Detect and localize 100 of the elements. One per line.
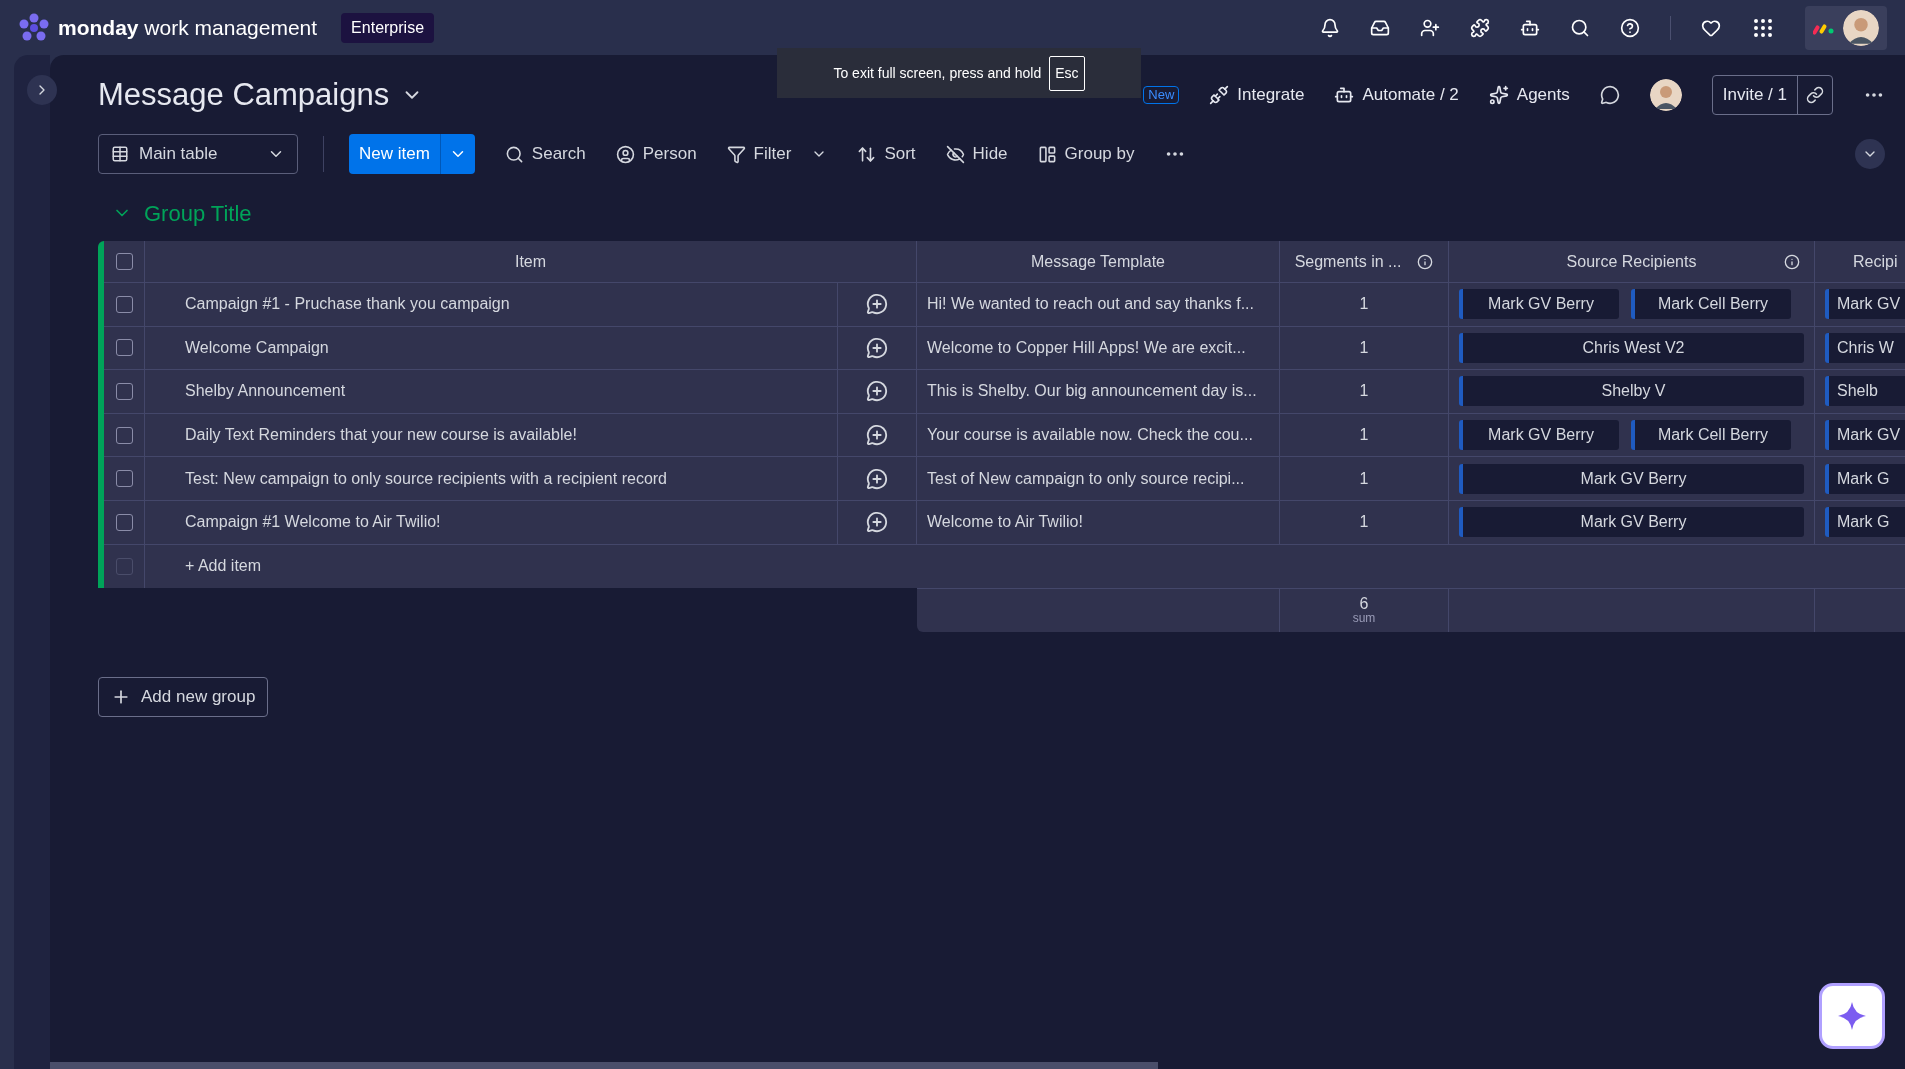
- recipient-tag[interactable]: Shelby V: [1459, 376, 1804, 407]
- brand-name: monday work management: [58, 14, 318, 41]
- person-icon: [615, 144, 635, 164]
- view-dropdown[interactable]: Main table: [98, 134, 298, 174]
- table-cell-text: 1: [1359, 425, 1369, 446]
- board-title[interactable]: Message Campaigns: [98, 71, 390, 119]
- row-checkbox[interactable]: [115, 557, 133, 575]
- eye-off-icon: [945, 144, 965, 164]
- table-cell-text: Test of New campaign to only source recipi...: [927, 468, 1245, 489]
- expand-sidebar-button[interactable]: [27, 75, 57, 105]
- toolbar-button[interactable]: Hide: [945, 141, 1008, 167]
- logo-icon[interactable]: [18, 12, 50, 43]
- table-icon: [111, 145, 129, 163]
- sum-label: sum: [1352, 612, 1376, 625]
- toolbar-button[interactable]: Sort: [857, 141, 916, 167]
- toast-text: To exit full screen, press and hold: [833, 63, 1042, 83]
- robot-icon: [1334, 85, 1355, 105]
- select-all-checkbox[interactable]: [115, 253, 133, 270]
- table-cell-text: This is Shelby. Our big announcement day is...: [927, 381, 1257, 402]
- item-name[interactable]: Shelby Announcement: [185, 379, 346, 404]
- add-update-icon[interactable]: [866, 293, 888, 316]
- board-action-button[interactable]: Agents: [1488, 82, 1570, 108]
- recipient-tag[interactable]: Mark GV Berry: [1459, 420, 1619, 451]
- filter-icon: [726, 144, 746, 164]
- table-cell-text: 1: [1359, 337, 1369, 358]
- recipient-tag[interactable]: Mark Cell Berry: [1631, 420, 1791, 451]
- horizontal-scrollbar[interactable]: [50, 1062, 1158, 1069]
- account-switcher[interactable]: [1805, 5, 1887, 50]
- table-cell-text: 1: [1359, 512, 1369, 533]
- key-badge: Esc: [1049, 55, 1085, 91]
- recipient-tag[interactable]: Mark G: [1825, 507, 1905, 538]
- item-name[interactable]: Test: New campaign to only source recipients with a recipient record: [185, 466, 667, 491]
- recipient-tag[interactable]: Mark G: [1825, 463, 1905, 494]
- plug-icon: [1209, 85, 1230, 105]
- avatar-icon[interactable]: [1843, 9, 1879, 46]
- help-icon[interactable]: [1620, 17, 1640, 38]
- add-update-icon[interactable]: [866, 424, 888, 447]
- recipient-tag[interactable]: Mark GV Berry: [1459, 507, 1804, 538]
- plan-badge: Enterprise: [341, 12, 435, 43]
- add-update-icon[interactable]: [866, 467, 888, 490]
- column-header[interactable]: Recipi: [1853, 249, 1898, 274]
- search-icon: [504, 144, 524, 164]
- sparkle-icon: [1488, 85, 1509, 105]
- table-cell-text: 1: [1359, 381, 1369, 402]
- row-checkbox[interactable]: [115, 295, 133, 313]
- group-title[interactable]: Group Title: [144, 196, 252, 230]
- info-icon[interactable]: [1417, 253, 1434, 270]
- add-new-group-button[interactable]: Add new group: [98, 676, 269, 717]
- add-update-icon[interactable]: [866, 380, 888, 403]
- column-header[interactable]: Segments in ...: [1294, 249, 1402, 274]
- info-icon[interactable]: [1784, 253, 1800, 270]
- item-name[interactable]: Campaign #1 Welcome to Air Twilio!: [185, 510, 441, 535]
- apps-icon[interactable]: [1470, 17, 1490, 38]
- item-name[interactable]: Daily Text Reminders that your new course is available!: [185, 423, 577, 448]
- recipient-tag[interactable]: Mark Cell Berry: [1631, 289, 1791, 320]
- column-header[interactable]: Message Template: [1031, 249, 1165, 274]
- table-cell-text: Welcome to Copper Hill Apps! We are excit...: [927, 337, 1246, 358]
- heart-icon[interactable]: [1701, 17, 1721, 38]
- table-cell-text: Hi! We wanted to reach out and say thanks f...: [927, 294, 1254, 315]
- layout-icon: [1037, 144, 1057, 164]
- row-checkbox[interactable]: [115, 339, 133, 357]
- row-checkbox[interactable]: [115, 513, 133, 531]
- recipient-tag[interactable]: Mark GV: [1825, 289, 1905, 320]
- recipient-tag[interactable]: Shelb: [1825, 376, 1905, 407]
- add-update-icon[interactable]: [866, 511, 888, 534]
- recipient-tag[interactable]: Mark GV Berry: [1459, 289, 1619, 320]
- recipient-tag[interactable]: Mark GV: [1825, 420, 1905, 451]
- row-checkbox[interactable]: [115, 383, 133, 400]
- notifications-icon[interactable]: [1320, 17, 1340, 38]
- avatar-icon[interactable]: [1649, 79, 1682, 111]
- table-cell-text: 1: [1359, 468, 1369, 489]
- add-item-button[interactable]: + Add item: [185, 554, 262, 579]
- column-header[interactable]: Source Recipients: [1566, 249, 1697, 274]
- sum-value: 6: [1359, 596, 1369, 613]
- sort-icon: [857, 144, 877, 164]
- table-cell-text: Welcome to Air Twilio!: [927, 512, 1083, 533]
- ai-assistant-button[interactable]: [1819, 983, 1885, 1049]
- toolbar-button[interactable]: Filter: [726, 141, 828, 167]
- board-action-button[interactable]: Integrate: [1209, 82, 1305, 108]
- recipient-tag[interactable]: Chris West V2: [1459, 332, 1804, 363]
- invite-members-icon[interactable]: [1420, 17, 1440, 38]
- board-action-button[interactable]: Automate / 2: [1334, 82, 1459, 108]
- add-update-icon[interactable]: [866, 336, 888, 359]
- recipient-tag[interactable]: Chris W: [1825, 332, 1905, 363]
- table-cell-text: 1: [1359, 294, 1369, 315]
- toolbar-button[interactable]: Group by: [1037, 141, 1135, 167]
- table-cell-text: Your course is available now. Check the cou...: [927, 425, 1253, 446]
- row-checkbox[interactable]: [115, 426, 133, 444]
- toolbar-button[interactable]: Search: [504, 141, 586, 167]
- toolbar-button[interactable]: Person: [615, 141, 697, 167]
- item-name[interactable]: Welcome Campaign: [185, 335, 329, 360]
- link-icon: [1806, 86, 1824, 104]
- search-icon[interactable]: [1570, 17, 1590, 38]
- recipient-tag[interactable]: Mark GV Berry: [1459, 463, 1804, 494]
- column-header[interactable]: Item: [514, 249, 547, 274]
- new-badge: New: [1143, 86, 1180, 104]
- item-name[interactable]: Campaign #1 - Pruchase thank you campaign: [185, 292, 510, 317]
- row-checkbox[interactable]: [115, 470, 133, 488]
- collapse-button[interactable]: [1855, 139, 1885, 169]
- chat-icon[interactable]: [1599, 85, 1620, 105]
